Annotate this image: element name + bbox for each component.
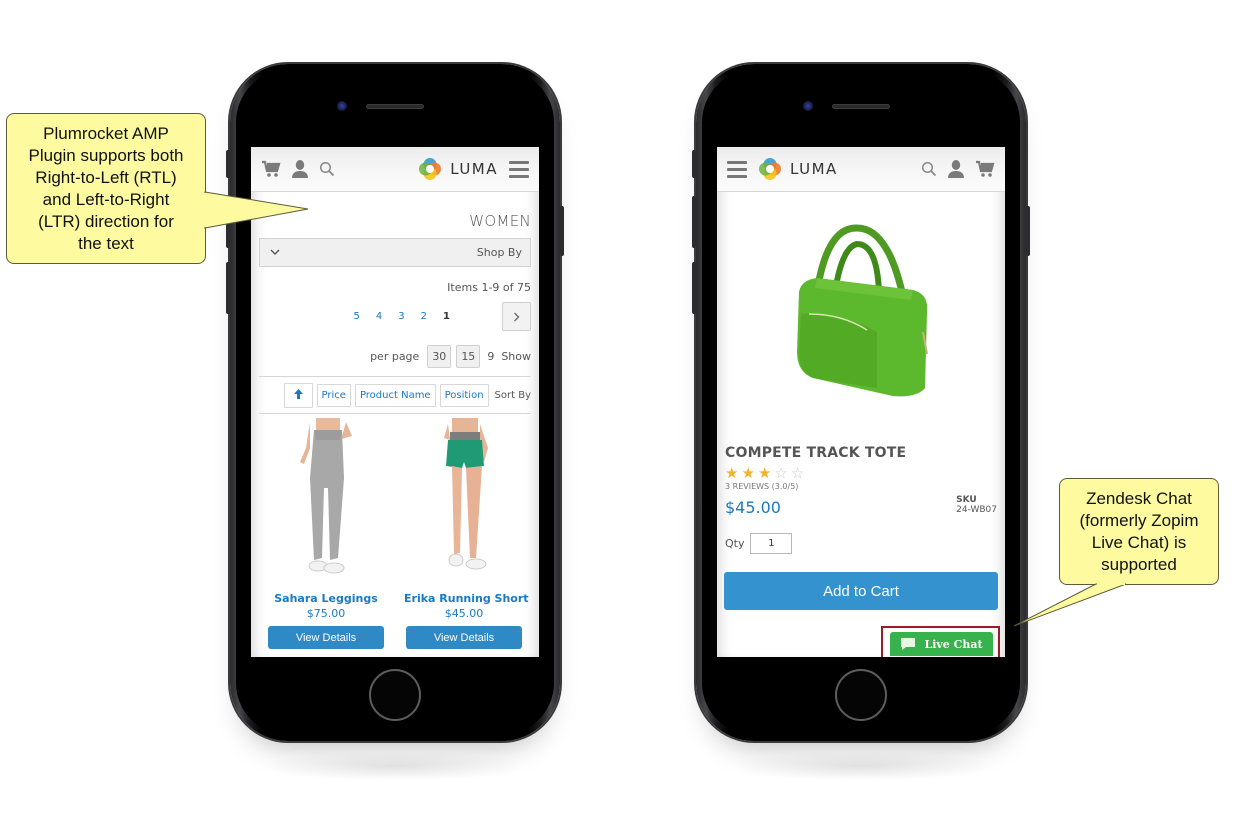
limiter-option[interactable]: 30 [427, 345, 452, 368]
shop-by-toggle[interactable]: Shop By [259, 238, 531, 267]
rating-stars: ★ ★ ★ ☆ ☆ [717, 461, 1005, 481]
luma-logo-icon [759, 158, 781, 180]
product-card: Erika Running Short $45.00 View Details [404, 418, 529, 649]
phone-rtl-listing: LUMA WOMEN Shop By Items 1-9 of 75 5 4 3… [226, 64, 564, 781]
volume-up-button [692, 196, 696, 248]
mute-switch [692, 150, 696, 178]
sort-option-position[interactable]: Position [439, 383, 489, 407]
volume-down-button [226, 262, 230, 314]
luma-logo-text: LUMA [450, 160, 498, 178]
rtl-support-callout: Plumrocket AMP Plugin supports both Righ… [6, 113, 206, 264]
zendesk-chat-callout-text: Zendesk Chat (formerly Zopim Live Chat) … [1079, 488, 1199, 574]
product-price: $45.00 [725, 498, 781, 517]
limiter-option[interactable]: 15 [456, 345, 481, 368]
site-header: LUMA [717, 147, 1005, 192]
rtl-support-callout-text: Plumrocket AMP Plugin supports both Righ… [28, 123, 184, 253]
earpiece-speaker [832, 104, 890, 109]
sort-option-price[interactable]: Price [316, 383, 351, 407]
cart-icon[interactable] [975, 159, 995, 179]
view-details-button[interactable]: View Details [406, 626, 522, 649]
star-filled-icon: ★ [757, 464, 772, 482]
power-button [560, 206, 564, 256]
shop-by-label: Shop By [476, 246, 522, 259]
menu-icon[interactable] [727, 160, 747, 178]
live-chat-label: Live Chat [924, 637, 983, 651]
luma-logo-icon [419, 158, 442, 180]
power-button [1026, 206, 1030, 256]
search-icon[interactable] [319, 161, 335, 177]
product-grid: Sahara Leggings $75.00 View Details Erik… [251, 414, 539, 649]
site-header: LUMA [251, 147, 539, 192]
screen-product-detail: LUMA COMPETE TRACK TOTE ★ ★ ★ ☆ ☆ 3 REVI… [717, 147, 1005, 657]
luma-logo[interactable]: LUMA [758, 157, 838, 181]
cart-icon[interactable] [261, 159, 281, 179]
product-image-leggings[interactable] [266, 418, 386, 586]
per-page-label: per page [370, 350, 420, 363]
sku-label: SKU [956, 495, 977, 505]
sort-direction-button[interactable] [283, 382, 313, 408]
live-chat-button[interactable]: Live Chat [890, 632, 993, 656]
star-filled-icon: ★ [741, 464, 755, 482]
volume-down-button [692, 262, 696, 314]
menu-icon[interactable] [509, 160, 529, 178]
screen-category-listing: LUMA WOMEN Shop By Items 1-9 of 75 5 4 3… [251, 147, 539, 657]
luma-logo[interactable]: LUMA [418, 157, 498, 181]
add-to-cart-button[interactable]: Add to Cart [724, 572, 998, 610]
star-empty-icon: ☆ [774, 464, 788, 482]
limiter-option-selected[interactable]: 9 [485, 350, 496, 363]
star-empty-icon: ☆ [790, 464, 805, 482]
sorter: Price Product Name Position Sort By [259, 376, 531, 414]
view-details-button[interactable]: View Details [268, 626, 384, 649]
product-price: $75.00 [306, 607, 346, 620]
search-icon[interactable] [921, 161, 937, 177]
qty-label: Qty [725, 537, 745, 550]
front-camera [337, 101, 347, 111]
qty-row: Qty 1 [717, 517, 1005, 554]
front-camera [803, 101, 813, 111]
volume-up-button [226, 196, 230, 248]
price-sku-row: $45.00 SKU 24-WB07 [717, 491, 1005, 517]
category-title: WOMEN [469, 212, 531, 230]
sku-block: SKU 24-WB07 [956, 495, 997, 517]
home-button[interactable] [369, 669, 421, 721]
qty-input[interactable]: 1 [750, 533, 793, 554]
page-link[interactable]: 2 [421, 311, 427, 322]
zendesk-chat-callout: Zendesk Chat (formerly Zopim Live Chat) … [1059, 478, 1219, 585]
product-image-shorts[interactable] [404, 418, 524, 586]
chevron-right-icon [514, 312, 520, 321]
sku-value: 24-WB07 [956, 505, 997, 515]
earpiece-speaker [366, 104, 424, 109]
product-name-link[interactable]: Erika Running Short [404, 592, 529, 605]
show-label: Show [501, 350, 531, 363]
page-link[interactable]: 5 [354, 311, 360, 322]
chat-callout-pointer [1013, 583, 1127, 627]
account-icon[interactable] [291, 159, 309, 179]
star-filled-icon: ★ [725, 464, 739, 482]
next-page-button[interactable] [502, 302, 531, 331]
pagination: 5 4 3 2 1 [251, 294, 539, 331]
reviews-link[interactable]: 3 REVIEWS (3.0/5) [717, 481, 1005, 491]
product-image-tote[interactable] [717, 192, 1005, 437]
product-card: Sahara Leggings $75.00 View Details [266, 418, 386, 649]
luma-logo-text: LUMA [790, 160, 838, 178]
account-icon[interactable] [947, 159, 965, 179]
page-link[interactable]: 4 [376, 311, 382, 322]
sort-by-label: Sort By [494, 389, 531, 401]
home-button[interactable] [835, 669, 887, 721]
chat-bubble-icon [901, 638, 916, 650]
limiter: per page 30 15 9 Show [251, 331, 539, 368]
current-page: 1 [443, 311, 450, 322]
product-name-link[interactable]: Sahara Leggings [266, 592, 386, 605]
chevron-down-icon [270, 249, 280, 255]
sort-option-product-name[interactable]: Product Name [354, 383, 436, 407]
product-title: COMPETE TRACK TOTE [725, 445, 907, 461]
product-price: $45.00 [444, 607, 484, 620]
toolbar-amount: Items 1-9 of 75 [447, 281, 531, 294]
phone-product-page: LUMA COMPETE TRACK TOTE ★ ★ ★ ☆ ☆ 3 REVI… [692, 64, 1030, 781]
page-link[interactable]: 3 [398, 311, 404, 322]
arrow-up-icon [293, 388, 303, 399]
mute-switch [226, 150, 230, 178]
